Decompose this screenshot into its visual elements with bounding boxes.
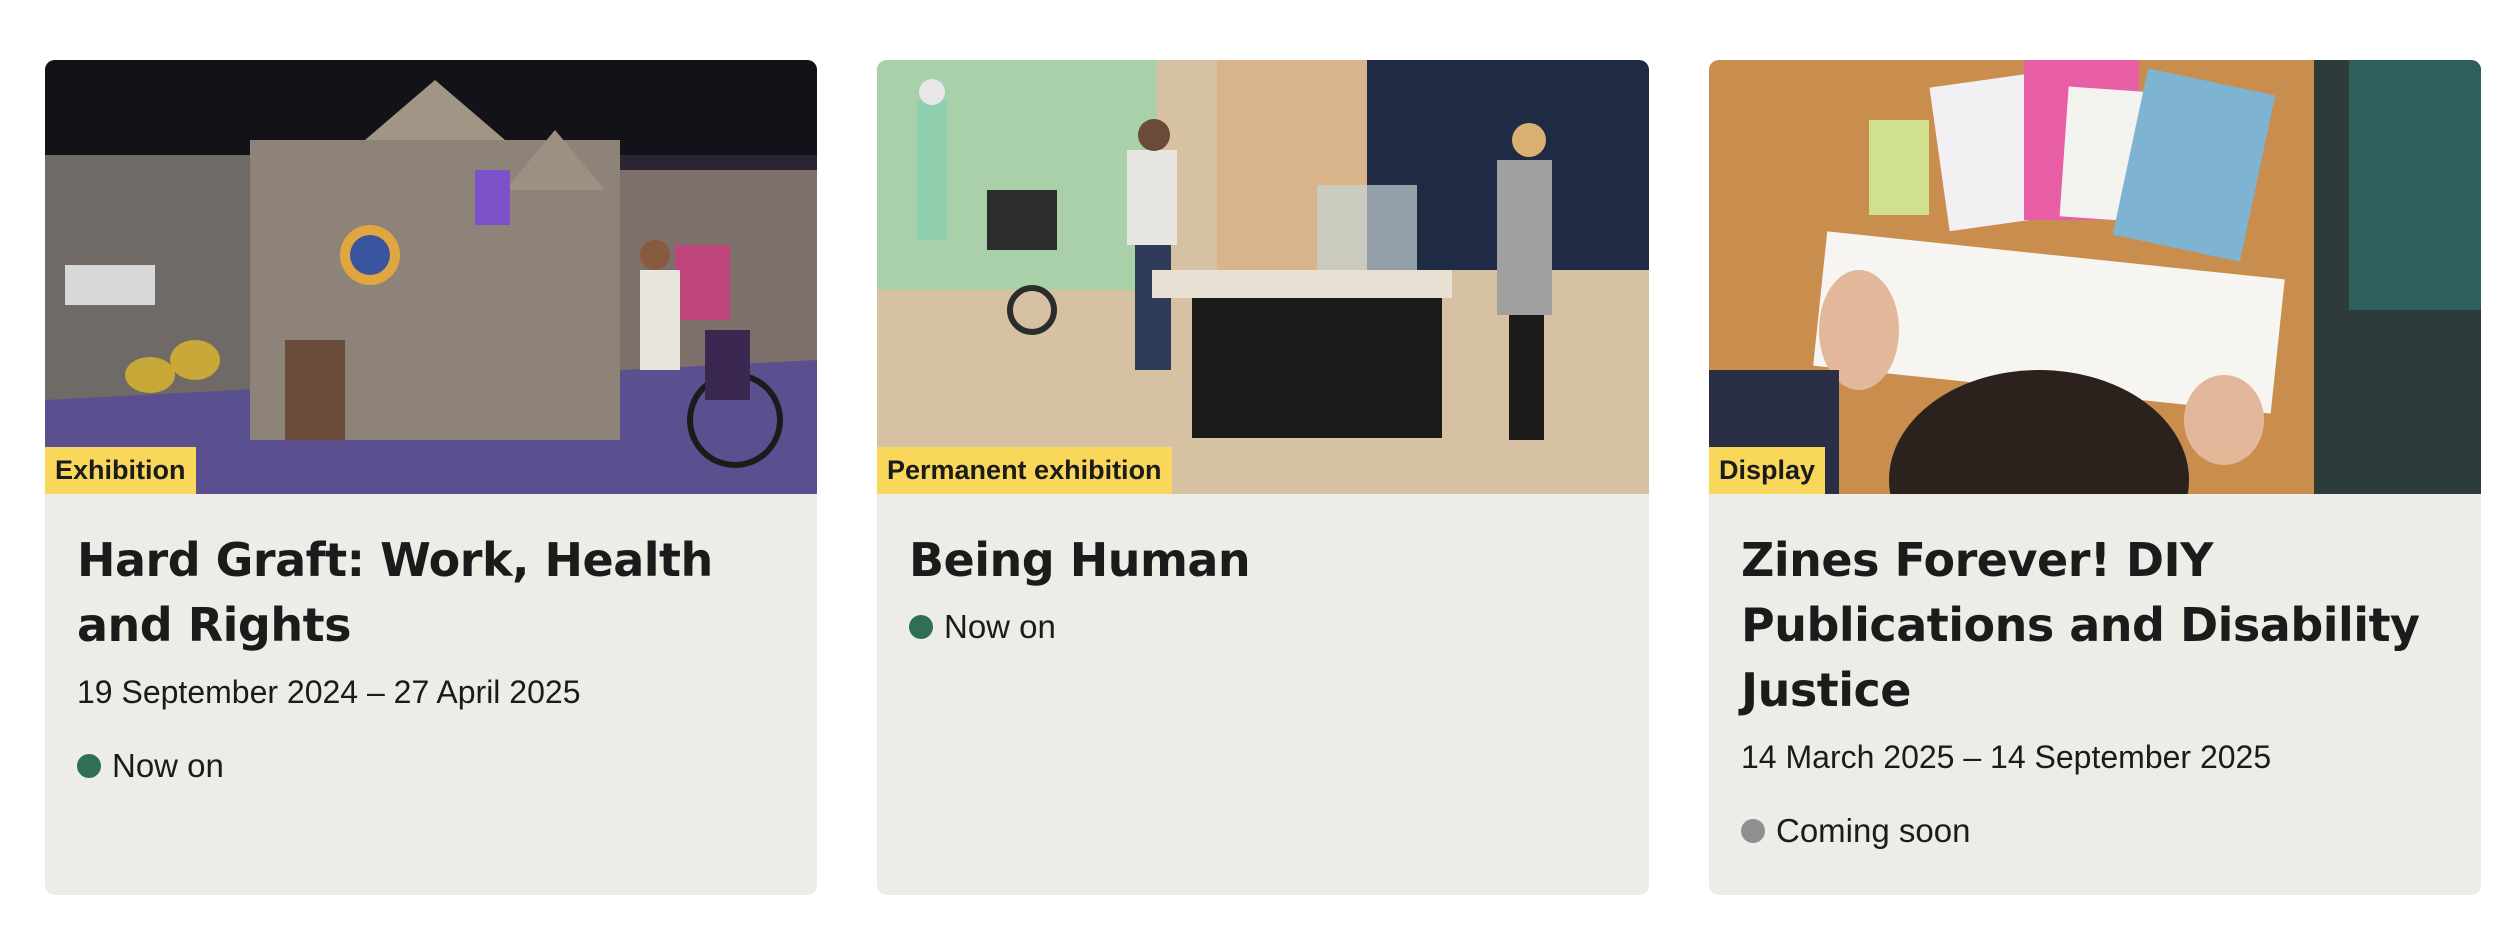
gallery-photo-church-facade: [45, 60, 817, 494]
exhibition-status: Now on: [909, 605, 1617, 649]
exhibition-image-zines-forever: Display: [1709, 60, 2481, 494]
exhibition-dates: 19 September 2024 – 27 April 2025: [77, 674, 581, 710]
photo-zines-on-table: [1709, 60, 2481, 494]
status-dot-icon: [77, 754, 101, 778]
exhibition-title: Zines Forever! DIY Publications and Disa…: [1741, 533, 2420, 717]
exhibition-type-label: Display: [1709, 447, 1826, 494]
exhibition-type-label: Exhibition: [45, 447, 196, 494]
exhibition-card-being-human[interactable]: Permanent exhibition Being Human Now on: [877, 60, 1649, 895]
exhibition-card-list: Exhibition Hard Graft: Work, Health and …: [45, 60, 2481, 895]
status-text: Now on: [944, 608, 1056, 645]
exhibition-status: Now on: [77, 744, 785, 788]
exhibition-card-zines-forever[interactable]: Display Zines Forever! DIY Publications …: [1709, 60, 2481, 895]
exhibition-status: Coming soon: [1741, 809, 2449, 853]
status-dot-icon: [909, 615, 933, 639]
exhibition-image-being-human: Permanent exhibition: [877, 60, 1649, 494]
status-dot-icon: [1741, 819, 1765, 843]
status-text: Coming soon: [1776, 812, 1971, 849]
exhibition-image-hard-graft: Exhibition: [45, 60, 817, 494]
exhibition-dates: 14 March 2025 – 14 September 2025: [1741, 739, 2272, 775]
gallery-photo-visitors-display-case: [877, 60, 1649, 494]
exhibition-type-label: Permanent exhibition: [877, 447, 1172, 494]
exhibition-title: Being Human: [909, 533, 1251, 587]
exhibition-card-hard-graft[interactable]: Exhibition Hard Graft: Work, Health and …: [45, 60, 817, 895]
exhibition-title: Hard Graft: Work, Health and Rights: [77, 533, 713, 652]
status-text: Now on: [112, 747, 224, 784]
